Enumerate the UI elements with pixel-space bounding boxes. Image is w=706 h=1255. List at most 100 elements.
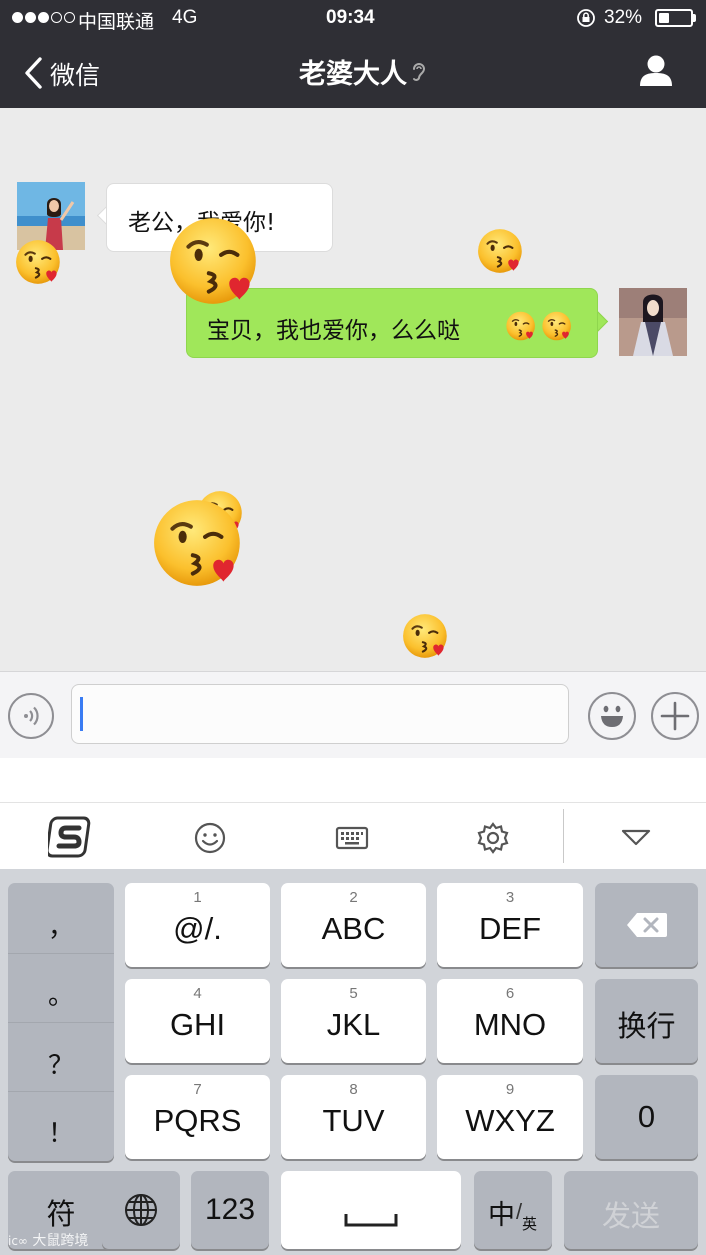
key-5[interactable]: 5 JKL	[281, 979, 426, 1063]
battery-cap	[693, 14, 696, 22]
network-label: 4G	[172, 7, 198, 28]
key-number: 9	[505, 1081, 515, 1098]
punctuation-column[interactable]: ， 。 ？ ！	[8, 883, 114, 1161]
punct-divider	[8, 1022, 114, 1023]
plus-button[interactable]	[651, 692, 699, 740]
emoji-button[interactable]	[588, 692, 636, 740]
person-icon	[640, 55, 672, 86]
key-number: 8	[349, 1081, 358, 1098]
watermark: ic∞ 大鼠跨境	[8, 1230, 88, 1250]
status-bar: 中国联通 4G 09:34 32%	[0, 0, 706, 36]
falling-kiss-emoji	[14, 236, 66, 288]
key-9[interactable]: 9 WXYZ	[437, 1075, 583, 1159]
voice-icon	[24, 706, 39, 726]
globe-icon	[125, 1194, 157, 1226]
toolbar-divider	[563, 809, 564, 863]
sogou-logo[interactable]	[45, 815, 94, 859]
voice-button[interactable]	[8, 693, 54, 739]
key-number: 2	[349, 889, 358, 906]
lang-sub-label: 英	[522, 1215, 538, 1233]
keyboard-toolbar	[0, 802, 706, 871]
signal-dot-5	[64, 12, 75, 23]
key-label: TUV	[322, 1103, 385, 1138]
key-label: @/.	[173, 911, 222, 946]
key-6[interactable]: 6 MNO	[437, 979, 583, 1063]
key-7[interactable]: 7 PQRS	[125, 1075, 270, 1159]
rotation-lock-icon	[576, 8, 596, 32]
smiley-icon	[601, 705, 623, 727]
falling-kiss-emoji	[150, 492, 252, 594]
key-label: ABC	[321, 911, 386, 946]
gear-icon[interactable]	[475, 820, 511, 856]
key-label: GHI	[169, 1007, 226, 1042]
zero-key[interactable]: 0	[595, 1075, 698, 1159]
send-key[interactable]: 发送	[564, 1171, 698, 1249]
keyboard-candidate-area	[0, 758, 706, 802]
key-4[interactable]: 4 GHI	[125, 979, 270, 1063]
space-key[interactable]	[281, 1171, 461, 1249]
language-switch-key[interactable]: 中 / 英	[474, 1171, 552, 1249]
ear-icon	[413, 63, 426, 81]
signal-dot-2	[25, 12, 36, 23]
chat-title: 老婆大人	[299, 59, 407, 90]
carrier-label: 中国联通	[78, 12, 155, 33]
punct-key[interactable]: ！	[8, 1113, 114, 1150]
key-1[interactable]: 1 @/.	[125, 883, 270, 967]
text-caret	[80, 697, 83, 731]
my-avatar[interactable]	[619, 288, 687, 356]
key-label: DEF	[479, 911, 541, 946]
space-icon	[344, 1214, 398, 1227]
keyboard-icon[interactable]	[334, 820, 370, 856]
plus-icon	[660, 701, 690, 731]
battery-percent: 32%	[604, 7, 643, 28]
key-8[interactable]: 8 TUV	[281, 1075, 426, 1159]
key-label: 换行	[617, 1009, 676, 1043]
key-label: 0	[637, 1099, 656, 1134]
newline-key[interactable]: 换行	[595, 979, 698, 1063]
globe-key[interactable]	[102, 1171, 180, 1249]
falling-kiss-emoji	[476, 225, 528, 277]
key-label: 123	[204, 1193, 256, 1226]
signal-dot-1	[12, 12, 23, 23]
lang-main-label: 中	[488, 1200, 515, 1231]
key-number: 3	[505, 889, 515, 906]
key-label: MNO	[473, 1007, 547, 1042]
punct-key[interactable]: ，	[8, 907, 114, 944]
top-bar: 中国联通 4G 09:34 32% 微信 老婆大人	[0, 0, 706, 108]
key-number: 6	[505, 985, 515, 1002]
punct-key[interactable]: 。	[8, 975, 114, 1012]
profile-button[interactable]	[636, 52, 680, 92]
kiss-emoji-inline-1	[505, 309, 539, 343]
key-3[interactable]: 3 DEF	[437, 883, 583, 967]
key-number: 4	[193, 985, 202, 1002]
key-label: WXYZ	[465, 1103, 555, 1138]
emoji-icon[interactable]	[192, 820, 228, 856]
punct-key[interactable]: ？	[8, 1045, 114, 1082]
kiss-emoji-inline-2	[541, 309, 575, 343]
punct-divider	[8, 953, 114, 954]
clock: 09:34	[326, 7, 375, 28]
key-label: PQRS	[153, 1103, 242, 1138]
key-number: 1	[193, 889, 202, 906]
watermark-logo: ic∞	[8, 1234, 28, 1248]
falling-kiss-emoji	[166, 210, 268, 312]
battery-level	[659, 13, 669, 23]
key-label: 符	[46, 1197, 76, 1231]
key-label: 发送	[601, 1199, 660, 1233]
punct-divider	[8, 1091, 114, 1092]
backspace-icon	[627, 913, 667, 937]
signal-dot-3	[38, 12, 49, 23]
falling-kiss-emoji	[401, 610, 453, 662]
chat-title-wrap: 老婆大人	[0, 52, 706, 91]
key-number: 7	[193, 1081, 202, 1098]
key-label: JKL	[326, 1007, 381, 1042]
watermark-text: 大鼠跨境	[32, 1233, 89, 1249]
signal-dot-4	[51, 12, 62, 23]
key-2[interactable]: 2 ABC	[281, 883, 426, 967]
collapse-icon[interactable]	[618, 823, 654, 851]
message-input[interactable]	[71, 684, 569, 744]
keyboard: ， 。 ？ ！ 1 @/. 2 ABC 3 DEF 4 GHI 5 JKL 6 …	[0, 869, 706, 1255]
backspace-key[interactable]	[595, 883, 698, 967]
battery-icon	[655, 9, 693, 27]
numbers-key[interactable]: 123	[191, 1171, 269, 1249]
